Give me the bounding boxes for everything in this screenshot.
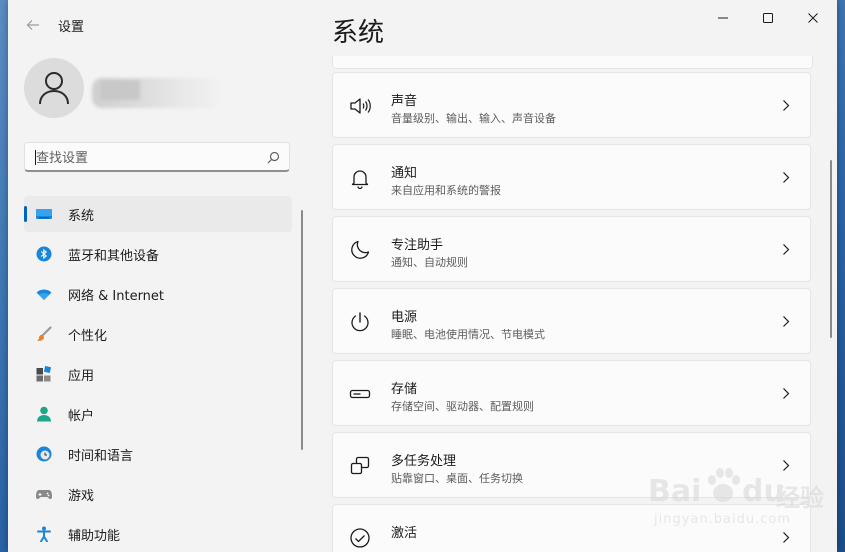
- card-subtitle: 来自应用和系统的警报: [391, 184, 501, 197]
- time-language-icon: [36, 446, 52, 462]
- bell-icon: [351, 170, 369, 189]
- baidu-watermark: Bai du 经验 jingyan.baidu.com: [648, 460, 837, 540]
- user-icon: [39, 72, 69, 105]
- search-box[interactable]: [24, 142, 290, 172]
- speaker-icon: [350, 98, 371, 114]
- back-arrow-icon: [26, 20, 39, 30]
- watermark-suffix: 经验: [776, 484, 824, 512]
- power-icon: [351, 312, 369, 332]
- sidebar-item-label: 个性化: [68, 329, 108, 344]
- account-icon: [37, 406, 51, 422]
- chevron-right-icon: [783, 244, 790, 255]
- sidebar-item-network[interactable]: 网络 & Internet: [24, 276, 292, 312]
- bluetooth-icon: [36, 246, 52, 262]
- blurred-user-name: [92, 78, 220, 108]
- sidebar-item-bluetooth[interactable]: 蓝牙和其他设备: [24, 236, 292, 272]
- storage-drive-icon: [349, 389, 371, 399]
- text-cursor: [35, 150, 36, 165]
- sidebar-item-label: 辅助功能: [68, 529, 121, 544]
- chevron-right-icon: [783, 172, 790, 183]
- card-title: 激活: [391, 526, 418, 541]
- sidebar-item-system[interactable]: 系统: [24, 196, 292, 232]
- selection-indicator: [24, 206, 27, 222]
- sidebar-item-accessibility[interactable]: 辅助功能: [24, 516, 292, 552]
- gamepad-icon: [36, 490, 52, 499]
- sidebar-item-label: 蓝牙和其他设备: [68, 249, 160, 264]
- main-scrollbar[interactable]: [830, 160, 832, 338]
- card-title: 声音: [391, 94, 418, 109]
- sidebar-nav: 系统 蓝牙和其他设备 网络 & Internet 个性化 应用 帐户 时间和语言…: [24, 196, 292, 552]
- avatar[interactable]: [24, 58, 84, 118]
- sidebar-item-gaming[interactable]: 游戏: [24, 476, 292, 512]
- page-title: 系统: [332, 18, 385, 48]
- card-notifications[interactable]: 通知 来自应用和系统的警报: [332, 144, 811, 210]
- card-title: 存储: [391, 382, 418, 397]
- search-input[interactable]: [34, 148, 258, 168]
- app-title: 设置: [58, 20, 85, 35]
- card-subtitle: 睡眠、电池使用情况、节电模式: [391, 328, 545, 341]
- chevron-right-icon: [783, 100, 790, 111]
- card-focus-assist[interactable]: 专注助手 通知、自动规则: [332, 216, 811, 282]
- sidebar-item-label: 系统: [68, 209, 95, 224]
- card-subtitle: 音量级别、输出、输入、声音设备: [391, 112, 556, 125]
- wifi-icon: [36, 289, 52, 300]
- card-title: 专注助手: [391, 238, 444, 253]
- card-subtitle: 通知、自动规则: [391, 256, 468, 269]
- sidebar-item-label: 帐户: [68, 409, 95, 424]
- card-title: 通知: [391, 166, 418, 181]
- paw-icon: [708, 468, 740, 502]
- card-subtitle: 存储空间、驱动器、配置规则: [391, 400, 534, 413]
- watermark-url: jingyan.baidu.com: [654, 512, 791, 527]
- brush-icon: [37, 326, 52, 341]
- card-title: 多任务处理: [391, 454, 457, 469]
- moon-icon: [351, 240, 370, 259]
- sidebar-item-time-language[interactable]: 时间和语言: [24, 436, 292, 472]
- card-sound[interactable]: 声音 音量级别、输出、输入、声音设备: [332, 72, 811, 138]
- multitask-icon: [350, 456, 370, 475]
- sidebar-item-personalization[interactable]: 个性化: [24, 316, 292, 352]
- apps-icon: [36, 366, 52, 382]
- search-icon: [267, 151, 280, 164]
- sidebar-item-label: 应用: [68, 369, 95, 384]
- previous-card-edge: [332, 56, 813, 69]
- watermark-brand: Bai: [648, 474, 702, 509]
- sidebar-item-label: 时间和语言: [68, 449, 134, 464]
- sidebar-scrollbar[interactable]: [301, 210, 303, 450]
- sidebar-item-accounts[interactable]: 帐户: [24, 396, 292, 432]
- back-button[interactable]: [22, 14, 44, 36]
- sidebar-item-apps[interactable]: 应用: [24, 356, 292, 392]
- activation-check-icon: [350, 528, 370, 548]
- card-title: 电源: [391, 310, 418, 325]
- chevron-right-icon: [783, 316, 790, 327]
- sidebar-item-label: 游戏: [68, 489, 95, 504]
- accessibility-icon: [37, 526, 51, 542]
- chevron-right-icon: [783, 388, 790, 399]
- card-subtitle: 贴靠窗口、桌面、任务切换: [391, 472, 523, 485]
- system-display-icon: [36, 209, 52, 219]
- card-storage[interactable]: 存储 存储空间、驱动器、配置规则: [332, 360, 811, 426]
- sidebar-item-label: 网络 & Internet: [68, 289, 165, 304]
- settings-window: 设置 系统: [8, 0, 837, 552]
- card-power[interactable]: 电源 睡眠、电池使用情况、节电模式: [332, 288, 811, 354]
